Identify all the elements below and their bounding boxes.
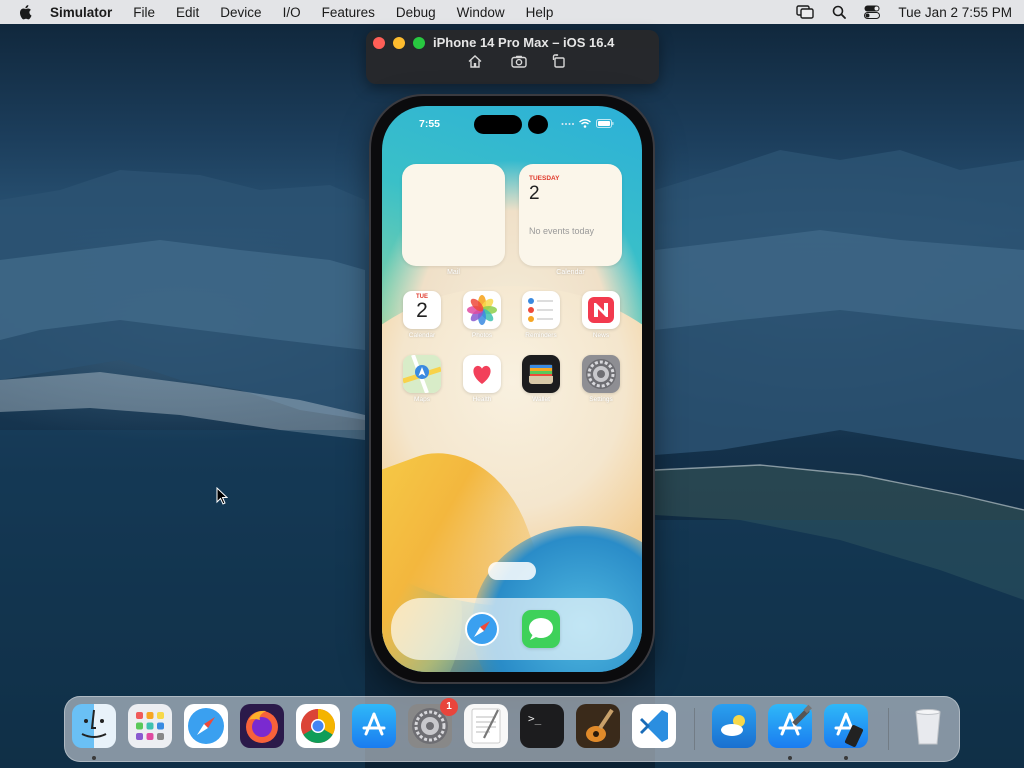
wifi-icon bbox=[579, 119, 591, 128]
health-app-icon[interactable] bbox=[463, 355, 501, 393]
front-camera bbox=[528, 115, 548, 134]
reminders-app-icon[interactable] bbox=[522, 291, 560, 329]
app-label-news: News bbox=[592, 332, 610, 339]
simulator-window-toolbar[interactable]: iPhone 14 Pro Max – iOS 16.4 bbox=[366, 30, 659, 84]
menu-io[interactable]: I/O bbox=[283, 5, 301, 20]
xcode-running-dot bbox=[788, 756, 792, 760]
firefox-icon[interactable] bbox=[240, 704, 284, 748]
menu-debug[interactable]: Debug bbox=[396, 5, 436, 20]
garageband-icon[interactable] bbox=[576, 704, 620, 748]
app-label-settings: Settings bbox=[589, 396, 613, 403]
dock-separator bbox=[888, 708, 889, 750]
calendar-widget-label: Calendar bbox=[556, 269, 585, 276]
menu-window[interactable]: Window bbox=[457, 5, 505, 20]
calendar-app-icon[interactable]: TUE 2 bbox=[403, 291, 441, 329]
calendar-widget-day: TUESDAY bbox=[529, 175, 560, 182]
terminal-icon[interactable]: >_ bbox=[520, 704, 564, 748]
launchpad-icon[interactable] bbox=[128, 704, 172, 748]
mail-widget-label: Mail bbox=[447, 269, 460, 276]
iphone-home-screen[interactable]: 7:55 Mail TUESDAY 2 No events today Cale… bbox=[382, 106, 642, 672]
settings-app-icon[interactable] bbox=[582, 355, 620, 393]
vscode-icon[interactable] bbox=[632, 704, 676, 748]
status-bar-icons bbox=[561, 119, 614, 128]
control-center-icon[interactable] bbox=[864, 5, 881, 19]
screen-mirroring-icon[interactable] bbox=[796, 5, 815, 19]
battery-icon bbox=[596, 119, 614, 128]
menu-edit[interactable]: Edit bbox=[176, 5, 199, 20]
simulator-icon[interactable] bbox=[824, 704, 868, 748]
home-button-icon[interactable] bbox=[466, 52, 484, 70]
app-label-maps: Maps bbox=[414, 396, 430, 403]
menu-bar: Simulator File Edit Device I/O Features … bbox=[0, 0, 1024, 24]
screenshot-button-icon[interactable] bbox=[510, 52, 528, 70]
wallet-app-icon[interactable] bbox=[522, 355, 560, 393]
iphone-dock bbox=[391, 598, 633, 660]
maps-app-icon[interactable] bbox=[403, 355, 441, 393]
cellular-signal-icon bbox=[561, 122, 574, 125]
menu-clock[interactable]: Tue Jan 2 7:55 PM bbox=[898, 5, 1012, 20]
finder-running-dot bbox=[92, 756, 96, 760]
spotlight-search-icon[interactable] bbox=[832, 5, 847, 19]
app-label-wallet: Wallet bbox=[532, 396, 550, 403]
app-label-reminders: Reminders bbox=[525, 332, 557, 339]
menu-app-name[interactable]: Simulator bbox=[50, 5, 112, 20]
simulator-running-dot bbox=[844, 756, 848, 760]
safari-dock-icon[interactable] bbox=[184, 704, 228, 748]
calendar-widget[interactable]: TUESDAY 2 No events today bbox=[519, 164, 622, 266]
mouse-cursor-icon bbox=[216, 487, 228, 505]
app-label-calendar: Calendar bbox=[408, 332, 436, 339]
system-settings-badge: 1 bbox=[440, 698, 458, 716]
calendar-app-date: 2 bbox=[416, 299, 428, 322]
dynamic-island bbox=[474, 115, 522, 134]
minimize-window-button[interactable] bbox=[393, 37, 405, 49]
macos-dock: 1 >_ bbox=[64, 696, 960, 762]
news-app-icon[interactable] bbox=[582, 291, 620, 329]
menu-device[interactable]: Device bbox=[220, 5, 261, 20]
photos-app-icon[interactable] bbox=[463, 291, 501, 329]
menu-file[interactable]: File bbox=[133, 5, 155, 20]
calendar-widget-events: No events today bbox=[529, 226, 595, 236]
app-label-health: Health bbox=[472, 396, 492, 403]
menu-help[interactable]: Help bbox=[526, 5, 554, 20]
status-bar-time: 7:55 bbox=[419, 118, 441, 130]
zoom-window-button[interactable] bbox=[413, 37, 425, 49]
chrome-icon[interactable] bbox=[296, 704, 340, 748]
menu-features[interactable]: Features bbox=[322, 5, 375, 20]
iphone-device-frame: 7:55 Mail TUESDAY 2 No events today Cale… bbox=[371, 96, 653, 682]
dock-separator bbox=[694, 708, 695, 750]
mail-widget[interactable] bbox=[402, 164, 505, 266]
messages-icon[interactable] bbox=[522, 610, 560, 648]
app-store-icon[interactable] bbox=[352, 704, 396, 748]
rotate-button-icon[interactable] bbox=[550, 52, 568, 70]
terminal-prompt: >_ bbox=[528, 712, 542, 725]
safari-icon[interactable] bbox=[463, 610, 501, 648]
trash-icon[interactable] bbox=[906, 704, 950, 748]
calendar-widget-date: 2 bbox=[529, 183, 540, 204]
finder-icon[interactable] bbox=[72, 704, 116, 748]
app-label-photos: Photos bbox=[471, 332, 493, 339]
weather-icon[interactable] bbox=[712, 704, 756, 748]
apple-logo-icon[interactable] bbox=[18, 4, 32, 20]
xcode-icon[interactable] bbox=[768, 704, 812, 748]
close-window-button[interactable] bbox=[373, 37, 385, 49]
simulator-window-title: iPhone 14 Pro Max – iOS 16.4 bbox=[433, 35, 615, 50]
textedit-icon[interactable] bbox=[464, 704, 508, 748]
home-search-pill[interactable] bbox=[488, 562, 536, 580]
